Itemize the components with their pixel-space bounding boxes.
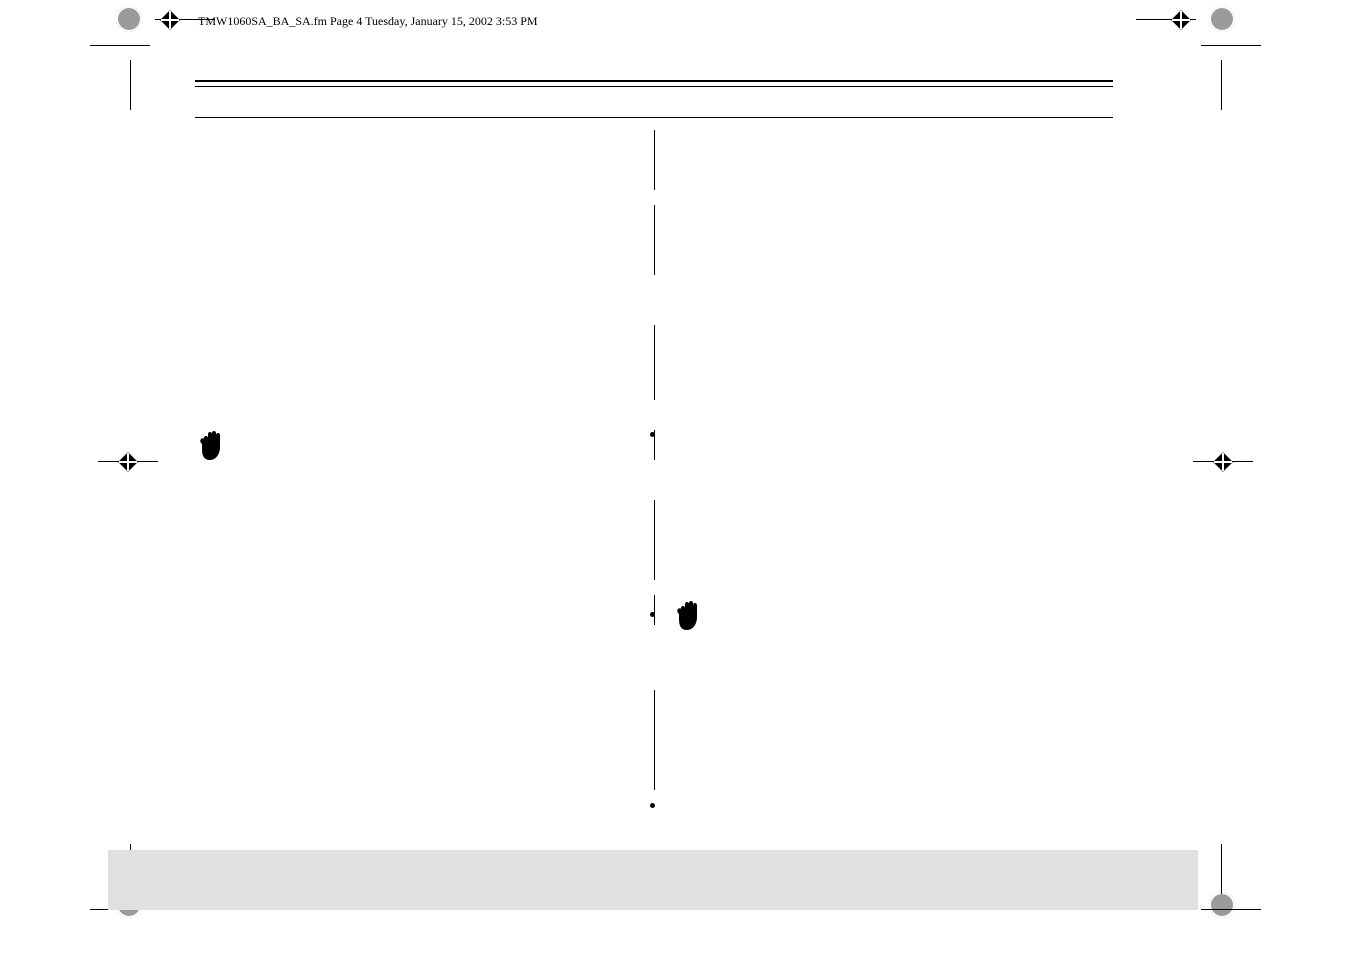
header-rule [195, 117, 1113, 118]
crop-mark-icon [1201, 30, 1261, 110]
left-column [195, 130, 644, 795]
header-rule [195, 80, 1113, 82]
list-bullet-icon [650, 803, 655, 808]
crop-mark-icon [90, 30, 150, 110]
page-body [195, 130, 1113, 795]
corner-circle-icon [1209, 892, 1235, 918]
crop-mark-icon [1201, 844, 1261, 924]
right-column [664, 130, 1113, 795]
registration-mark-icon [98, 450, 158, 474]
registration-mark-icon [1193, 450, 1253, 474]
registration-mark-icon [1136, 8, 1196, 32]
corner-circle-icon [116, 6, 142, 32]
page-header-file-label: TMW1060SA_BA_SA.fm Page 4 Tuesday, Janua… [198, 14, 538, 29]
header-rule [195, 86, 1113, 87]
corner-circle-icon [1209, 6, 1235, 32]
footer-band [108, 850, 1198, 910]
